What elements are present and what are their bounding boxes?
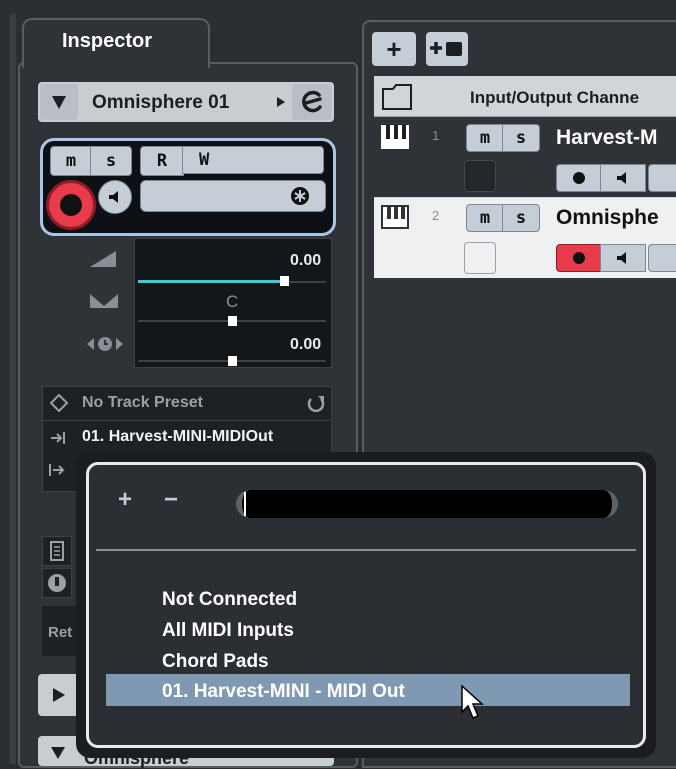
track-record-button[interactable] [556,244,602,272]
popup-search-field[interactable] [236,490,618,518]
tracklist-header-label: Input/Output Channe [470,88,640,107]
menu-item-chord-pads[interactable]: Chord Pads [162,651,269,673]
read-button[interactable]: R [140,146,184,176]
track-monitor-button[interactable] [600,164,646,192]
speaker-icon [617,172,626,184]
preset-icon [50,394,68,412]
monitor-button[interactable] [98,180,132,214]
track-name: Omnisphere 01 [92,92,230,113]
track-solo-button[interactable]: s [502,204,540,232]
track-preset-label[interactable]: No Track Preset [82,394,203,412]
track-record-button[interactable] [556,164,602,192]
piano-icon [381,205,409,229]
quick-controls-section[interactable] [42,568,72,598]
add-folder-icon [430,42,462,56]
folder-icon [382,84,412,110]
triangle-right-icon [53,688,65,702]
solo-button[interactable]: s [90,146,132,176]
record-icon [573,172,585,184]
notepad-icon [50,541,64,561]
record-icon [60,194,82,216]
refresh-icon[interactable] [306,394,326,414]
notepad-section[interactable] [42,536,72,566]
output-icon [49,464,65,476]
divider [42,420,330,421]
track-color[interactable] [464,160,496,192]
collapse-button[interactable] [40,84,78,120]
add-track-button[interactable]: + [372,32,416,66]
cursor-icon [461,684,484,719]
add-track-from-template-button[interactable] [426,32,468,66]
delay-icon [87,337,123,351]
track-extra-button[interactable] [648,244,676,272]
menu-item-harvest-mini[interactable]: 01. Harvest-MINI - MIDI Out [162,681,405,703]
partial-label: Ret [48,624,73,641]
track-mute-button[interactable]: m [466,124,504,152]
menu-item-all-midi-inputs[interactable]: All MIDI Inputs [162,620,294,642]
quick-controls-icon [48,574,66,592]
delay-slider-handle[interactable] [228,356,237,366]
volume-fill [138,280,286,283]
track-solo-button[interactable]: s [502,124,540,152]
menu-item-not-connected[interactable]: Not Connected [162,589,297,611]
window-frame-left [10,14,16,764]
record-enable-button[interactable] [46,180,96,230]
triangle-down-icon [52,96,66,109]
track-name[interactable]: Harvest-M [556,126,658,150]
mute-button[interactable]: m [50,146,92,176]
triangle-right-icon[interactable] [276,96,286,108]
edit-icon [302,90,322,113]
popup-add-button[interactable]: + [118,486,132,514]
track-extra-button[interactable] [648,164,676,192]
inspector-tab-label: Inspector [62,30,153,52]
track-number: 2 [432,208,440,223]
track-mute-button[interactable]: m [466,204,504,232]
record-icon [573,252,585,264]
volume-value: 0.00 [290,252,322,269]
volume-slider-handle[interactable] [280,276,289,286]
track-color[interactable] [464,242,496,274]
asterisk-icon[interactable] [290,186,310,206]
track-number: 1 [432,128,440,143]
write-button[interactable]: W [182,146,324,174]
speaker-icon [617,252,626,264]
piano-icon [381,125,409,149]
volume-track [286,281,326,283]
popup-divider [96,549,636,551]
popup-remove-button[interactable]: − [164,486,178,514]
input-routing[interactable]: 01. Harvest-MINI-MIDIOut [82,428,273,446]
expand-section-button[interactable] [38,674,80,716]
speaker-icon [109,191,118,203]
edit-instrument-button[interactable] [292,84,332,120]
pan-value: C [226,292,239,311]
track-monitor-button[interactable] [600,244,646,272]
input-icon [51,432,65,444]
volume-icon [90,251,116,267]
pan-slider-handle[interactable] [228,316,237,326]
track-name[interactable]: Omnisphe [556,206,659,230]
text-caret [244,492,246,516]
pan-icon [90,294,118,308]
delay-value: 0.00 [290,336,322,353]
triangle-down-icon [51,747,65,759]
